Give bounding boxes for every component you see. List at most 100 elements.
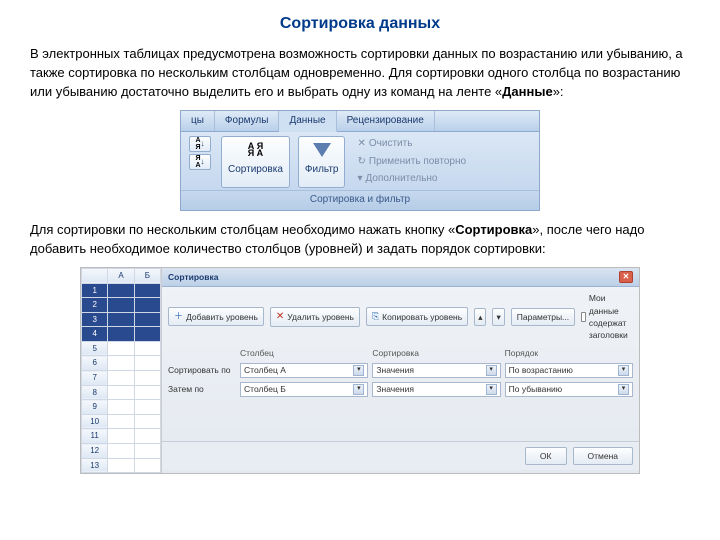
reapply-button[interactable]: ↻Применить повторно: [353, 154, 470, 171]
table-row[interactable]: 6: [82, 356, 161, 371]
row-header[interactable]: 9: [82, 400, 108, 415]
add-level-label: Добавить уровень: [186, 311, 258, 323]
close-button[interactable]: ✕: [619, 271, 633, 283]
filter-button[interactable]: Фильтр: [298, 136, 346, 188]
dialog-toolbar: ＋Добавить уровень ✕Удалить уровень ⎘Копи…: [162, 287, 639, 346]
table-row[interactable]: 4: [82, 327, 161, 342]
row-header[interactable]: 11: [82, 429, 108, 444]
table-row[interactable]: 8: [82, 385, 161, 400]
sort-level-1: Сортировать по Столбец А▾ Значения▾ По в…: [162, 361, 639, 380]
row2-column-combo[interactable]: Столбец Б ▾: [240, 382, 368, 397]
sort-quick-group: АЯ↓ ЯА↓: [187, 136, 213, 188]
copy-level-button[interactable]: ⎘Копировать уровень: [366, 307, 468, 326]
sort-icon: А ЯЯ А: [243, 139, 267, 161]
row2-label: Затем по: [168, 383, 236, 395]
sort-dialog: Сортировка ✕ ＋Добавить уровень ✕Удалить …: [162, 268, 639, 473]
table-row[interactable]: 9: [82, 400, 161, 415]
row-header[interactable]: 7: [82, 371, 108, 386]
filter-label: Фильтр: [305, 163, 339, 178]
advanced-button[interactable]: ▾Дополнительно: [353, 171, 470, 188]
spreadsheet: А Б 1 2 3 4 5 6 7 8 9 10 11 12 13: [81, 268, 162, 473]
row2-order-combo[interactable]: По убыванию▾: [505, 382, 633, 397]
move-down-button[interactable]: ▾: [492, 308, 504, 326]
row-header[interactable]: 12: [82, 444, 108, 459]
tab-partial[interactable]: цы: [181, 111, 215, 132]
arrow-down-icon: ↓: [201, 138, 205, 150]
tab-formulas[interactable]: Формулы: [215, 111, 280, 132]
move-up-button[interactable]: ▴: [474, 308, 486, 326]
row-header[interactable]: 13: [82, 458, 108, 473]
row-header[interactable]: 3: [82, 312, 108, 327]
dropdown-icon: ▾: [486, 384, 497, 395]
row-header[interactable]: 8: [82, 385, 108, 400]
advanced-icon: ▾: [357, 172, 362, 187]
row-header[interactable]: 10: [82, 414, 108, 429]
table-row[interactable]: 13: [82, 458, 161, 473]
table-row[interactable]: 1: [82, 283, 161, 298]
row1-sort-combo[interactable]: Значения▾: [372, 363, 500, 378]
tab-data[interactable]: Данные: [279, 111, 336, 133]
row1-sort-value: Значения: [376, 364, 414, 376]
chevron-up-icon: ▴: [478, 311, 482, 323]
headers-checkbox-label: Мои данные содержат заголовки: [589, 292, 633, 341]
table-row[interactable]: 3: [82, 312, 161, 327]
clear-label: Очистить: [369, 137, 413, 152]
sort-button[interactable]: А ЯЯ А Сортировка: [221, 136, 290, 188]
row2-column-value: Столбец Б: [244, 383, 286, 395]
tab-review[interactable]: Рецензирование: [337, 111, 435, 132]
col-b-header[interactable]: Б: [134, 268, 160, 283]
row1-column-combo[interactable]: Столбец А▾: [240, 363, 368, 378]
dropdown-icon: ▾: [353, 384, 364, 395]
corner-cell[interactable]: [82, 268, 108, 283]
sort-label: Сортировка: [228, 163, 283, 178]
row-header[interactable]: 6: [82, 356, 108, 371]
sheet-table: А Б 1 2 3 4 5 6 7 8 9 10 11 12 13: [81, 268, 161, 473]
row2-sort-combo[interactable]: Значения ▾: [372, 382, 500, 397]
sort-desc-button[interactable]: ЯА↓: [189, 154, 211, 170]
dialog-columns-header: Столбец Сортировка Порядок: [162, 346, 639, 360]
page-title: Сортировка данных: [30, 12, 690, 35]
delete-level-button[interactable]: ✕Удалить уровень: [270, 307, 360, 328]
col-a-header[interactable]: А: [108, 268, 134, 283]
ribbon-screenshot: цы Формулы Данные Рецензирование АЯ↓ ЯА↓…: [180, 110, 540, 212]
chevron-down-icon: ▾: [496, 311, 500, 323]
table-row[interactable]: 7: [82, 371, 161, 386]
row-header[interactable]: 1: [82, 283, 108, 298]
headers-checkbox-wrap[interactable]: Мои данные содержат заголовки: [581, 292, 633, 341]
row-header[interactable]: 4: [82, 327, 108, 342]
dialog-titlebar: Сортировка ✕: [162, 268, 639, 287]
close-icon: ✕: [623, 271, 630, 283]
dropdown-icon: ▾: [618, 365, 629, 376]
table-row[interactable]: 12: [82, 444, 161, 459]
filter-options: ✕Очистить ↻Применить повторно ▾Дополните…: [353, 136, 470, 188]
row2-sort-value: Значения: [376, 383, 414, 395]
intro-paragraph: В электронных таблицах предусмотрена воз…: [30, 45, 690, 102]
ribbon-body: АЯ↓ ЯА↓ А ЯЯ А Сортировка Фильтр ✕Очисти…: [181, 132, 539, 190]
reapply-icon: ↻: [357, 155, 365, 170]
table-row[interactable]: 5: [82, 341, 161, 356]
row-header[interactable]: 2: [82, 298, 108, 313]
dropdown-icon: ▾: [618, 384, 629, 395]
ok-button[interactable]: ОК: [525, 447, 567, 465]
arrow-up-icon: ↓: [201, 156, 205, 168]
para1-tail: »:: [553, 84, 564, 99]
row1-order-value: По возрастанию: [509, 364, 573, 376]
cancel-button[interactable]: Отмена: [573, 447, 634, 465]
row1-order-combo[interactable]: По возрастанию ▾: [505, 363, 633, 378]
table-row[interactable]: 11: [82, 429, 161, 444]
table-row[interactable]: 2: [82, 298, 161, 313]
sort-asc-button[interactable]: АЯ↓: [189, 136, 211, 152]
col-order: Порядок: [505, 347, 633, 359]
table-row[interactable]: 10: [82, 414, 161, 429]
add-level-button[interactable]: ＋Добавить уровень: [168, 307, 264, 326]
row-header[interactable]: 5: [82, 341, 108, 356]
dropdown-icon: ▾: [353, 365, 364, 376]
params-button[interactable]: Параметры...: [511, 308, 575, 326]
col-column: Столбец: [240, 347, 368, 359]
clear-button[interactable]: ✕Очистить: [353, 136, 470, 153]
dialog-screenshot: А Б 1 2 3 4 5 6 7 8 9 10 11 12 13 Сортир…: [80, 267, 640, 474]
x-icon: ✕: [276, 310, 284, 325]
col-sort: Сортировка: [372, 347, 500, 359]
copy-icon: ⎘: [372, 310, 379, 323]
ribbon-tabs: цы Формулы Данные Рецензирование: [181, 111, 539, 133]
